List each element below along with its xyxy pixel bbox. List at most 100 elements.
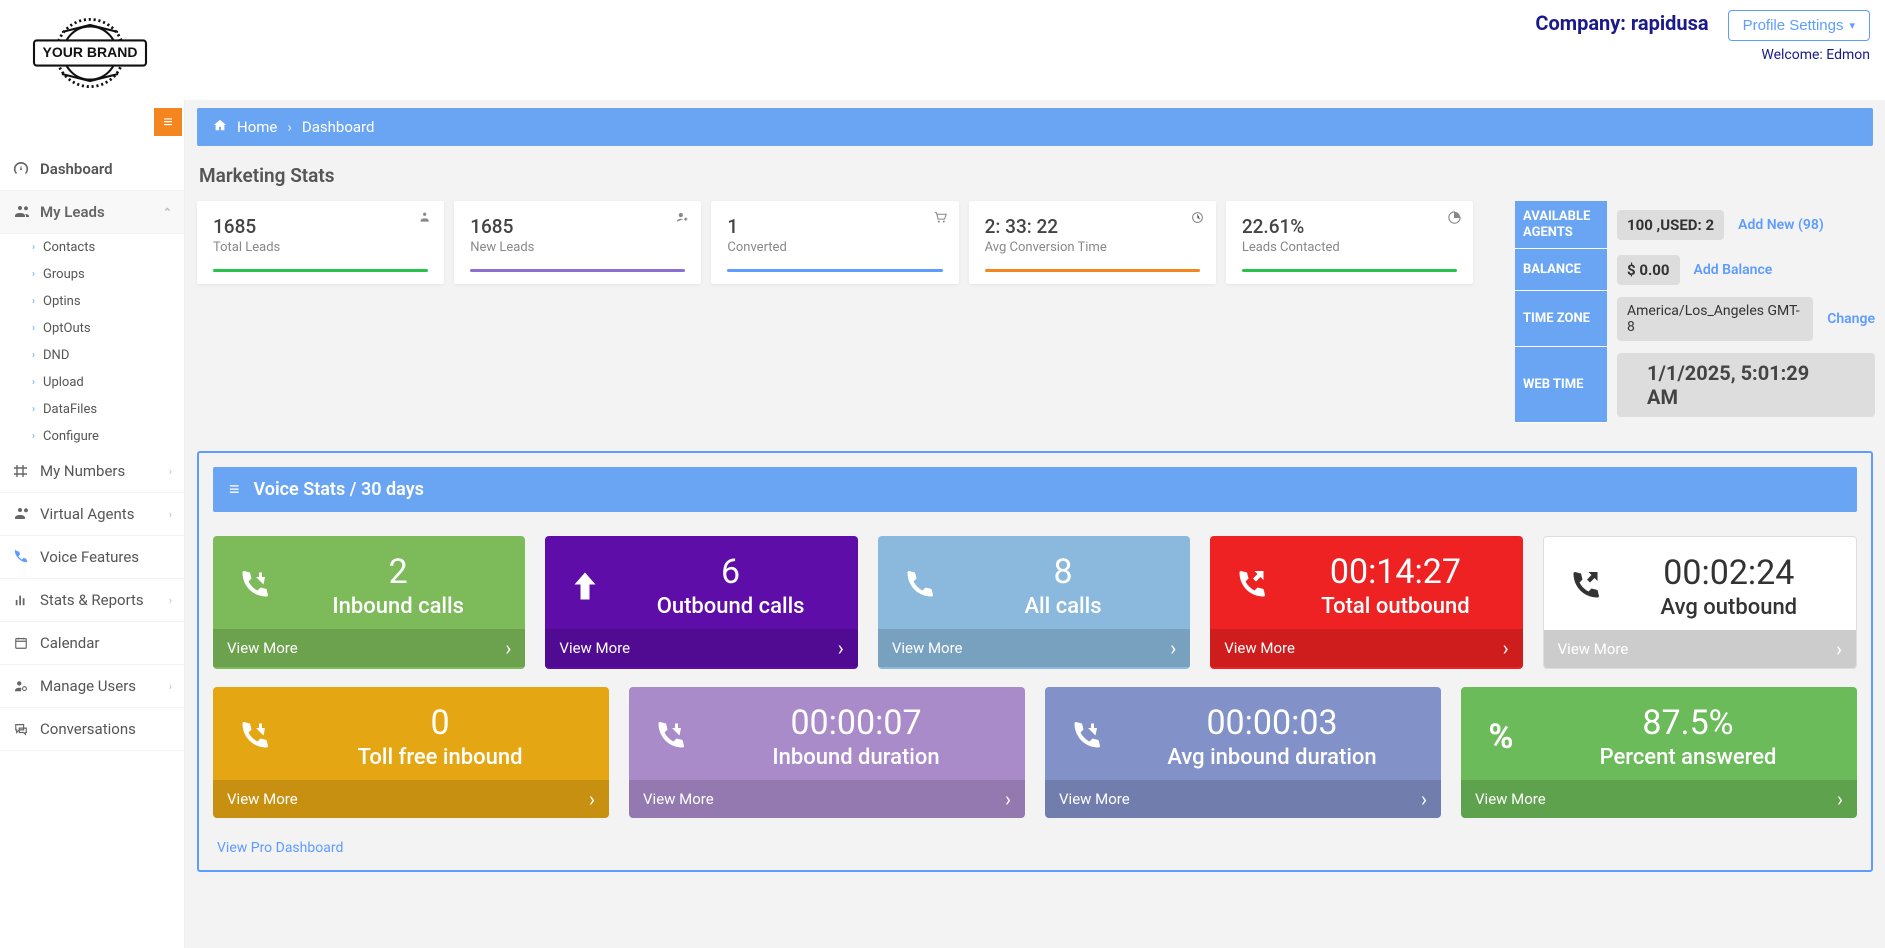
voice-card-all-calls: 8All calls View More <box>878 536 1190 669</box>
sidebar-item-my-numbers[interactable]: My Numbers › <box>0 450 184 493</box>
sidebar-item-manage-users[interactable]: Manage Users › <box>0 665 184 708</box>
view-more-button[interactable]: View More <box>213 780 609 818</box>
view-more-button[interactable]: View More <box>1544 630 1856 668</box>
voice-stats-header: ≡ Voice Stats / 30 days <box>213 467 1857 512</box>
chevron-right-icon: › <box>32 323 35 334</box>
sidebar-subitem-dnd[interactable]: ›DND <box>0 342 184 369</box>
view-more-label: View More <box>227 639 298 657</box>
view-more-button[interactable]: View More <box>878 629 1190 667</box>
voice-card-value: 87.5% <box>1537 703 1839 743</box>
voice-stats-section: ≡ Voice Stats / 30 days 2Inbound calls Vi… <box>197 451 1873 872</box>
chevron-right-icon: › <box>32 269 35 280</box>
chevron-right-icon: › <box>169 680 172 693</box>
voice-card-inbound-calls: 2Inbound calls View More <box>213 536 525 669</box>
chevron-right-icon <box>1836 637 1842 661</box>
voice-card-value: 00:02:24 <box>1620 553 1838 593</box>
view-more-button[interactable]: View More <box>545 629 857 667</box>
info-label-timezone: TIME ZONE <box>1515 291 1607 347</box>
sidebar-subitem-optouts[interactable]: ›OptOuts <box>0 315 184 342</box>
stat-label: Leads Contacted <box>1242 240 1457 255</box>
sidebar-item-calendar[interactable]: Calendar <box>0 622 184 665</box>
view-more-label: View More <box>643 790 714 808</box>
phone-in-icon <box>1063 719 1107 755</box>
home-icon <box>213 118 227 136</box>
voice-card-toll-free-inbound: 0Toll free inbound View More <box>213 687 609 818</box>
sidebar-item-conversations[interactable]: Conversations <box>0 708 184 751</box>
view-more-label: View More <box>227 790 298 808</box>
welcome-text: Welcome: Edmon <box>1535 47 1870 63</box>
voice-card-value: 00:00:07 <box>705 703 1007 743</box>
info-label-webtime: WEB TIME <box>1515 347 1607 423</box>
hamburger-icon: ≡ <box>163 112 172 132</box>
voice-card-label: All calls <box>954 594 1172 619</box>
chevron-right-icon <box>589 787 595 811</box>
sidebar-item-label: My Leads <box>40 203 105 221</box>
menu-icon: ≡ <box>229 479 240 500</box>
stat-card-converted: 1 Converted <box>711 201 958 284</box>
stat-bar <box>213 269 428 272</box>
sidebar-toggle-button[interactable]: ≡ <box>154 108 182 136</box>
info-label-agents: AVAILABLE AGENTS <box>1515 201 1607 249</box>
sidebar-item-stats-reports[interactable]: Stats & Reports › <box>0 579 184 622</box>
stat-label: Converted <box>727 240 942 255</box>
subitem-label: DND <box>43 348 69 363</box>
view-more-button[interactable]: View More <box>213 629 525 667</box>
view-more-label: View More <box>559 639 630 657</box>
change-timezone-link[interactable]: Change <box>1827 311 1875 327</box>
sidebar-subitem-groups[interactable]: ›Groups <box>0 261 184 288</box>
subitem-label: DataFiles <box>43 402 97 417</box>
stat-bar <box>470 269 685 272</box>
stat-label: Total Leads <box>213 240 428 255</box>
subitem-label: Optins <box>43 294 81 309</box>
view-more-button[interactable]: View More <box>1045 780 1441 818</box>
view-pro-dashboard-link[interactable]: View Pro Dashboard <box>213 836 343 856</box>
voice-card-value: 00:14:27 <box>1286 552 1504 592</box>
svg-text:YOUR BRAND: YOUR BRAND <box>43 44 138 60</box>
voice-card-value: 8 <box>954 552 1172 592</box>
phone-in-icon <box>231 568 275 604</box>
sidebar-item-voice-features[interactable]: Voice Features <box>0 536 184 579</box>
sidebar-subitem-configure[interactable]: ›Configure <box>0 423 184 450</box>
profile-settings-button[interactable]: Profile Settings ▾ <box>1728 10 1870 41</box>
view-more-button[interactable]: View More <box>1210 629 1522 667</box>
agents-value: 100 ,USED: 2 <box>1617 210 1724 240</box>
voice-card-value: 2 <box>289 552 507 592</box>
add-balance-link[interactable]: Add Balance <box>1694 262 1773 278</box>
sidebar-item-label: Manage Users <box>40 677 136 695</box>
stat-card-avg-conversion: 2: 33: 22 Avg Conversion Time <box>969 201 1216 284</box>
add-agents-link[interactable]: Add New (98) <box>1738 217 1824 233</box>
chevron-right-icon: › <box>169 508 172 521</box>
view-more-button[interactable]: View More <box>1461 780 1857 818</box>
hash-icon <box>12 463 30 479</box>
sidebar-item-my-leads[interactable]: My Leads ⌃ <box>0 191 184 234</box>
percent-icon: % <box>1479 717 1523 757</box>
sidebar-item-dashboard[interactable]: Dashboard <box>0 148 184 191</box>
chevron-right-icon <box>1005 787 1011 811</box>
sidebar-subitem-upload[interactable]: ›Upload <box>0 369 184 396</box>
sidebar-item-label: My Numbers <box>40 462 125 480</box>
cart-icon <box>934 211 947 228</box>
voice-card-label: Toll free inbound <box>289 745 591 770</box>
voice-card-value: 6 <box>621 552 839 592</box>
sidebar-subitem-datafiles[interactable]: ›DataFiles <box>0 396 184 423</box>
sidebar-subitem-contacts[interactable]: ›Contacts <box>0 234 184 261</box>
breadcrumb-home[interactable]: Home <box>237 118 277 136</box>
voice-card-avg-inbound-duration: 00:00:03Avg inbound durationView More <box>1045 687 1441 818</box>
sidebar-item-virtual-agents[interactable]: Virtual Agents › <box>0 493 184 536</box>
chevron-right-icon <box>505 636 511 660</box>
user-plus-icon <box>676 211 689 228</box>
sidebar-subitem-optins[interactable]: ›Optins <box>0 288 184 315</box>
balance-value: $ 0.00 <box>1617 255 1680 285</box>
view-more-label: View More <box>1558 640 1629 658</box>
voice-card-label: Total outbound <box>1286 594 1504 619</box>
voice-card-label: Inbound duration <box>705 745 1007 770</box>
voice-card-value: 0 <box>289 703 591 743</box>
voice-card-avg-outbound: 00:02:24Avg outboundView More <box>1543 536 1857 669</box>
voice-card-label: Inbound calls <box>289 594 507 619</box>
stat-label: New Leads <box>470 240 685 255</box>
stat-card-leads-contacted: 22.61% Leads Contacted <box>1226 201 1473 284</box>
chevron-right-icon: › <box>32 242 35 253</box>
breadcrumb: Home › Dashboard <box>197 108 1873 146</box>
voice-card-percent-answered: %87.5%Percent answeredView More <box>1461 687 1857 818</box>
view-more-button[interactable]: View More <box>629 780 1025 818</box>
